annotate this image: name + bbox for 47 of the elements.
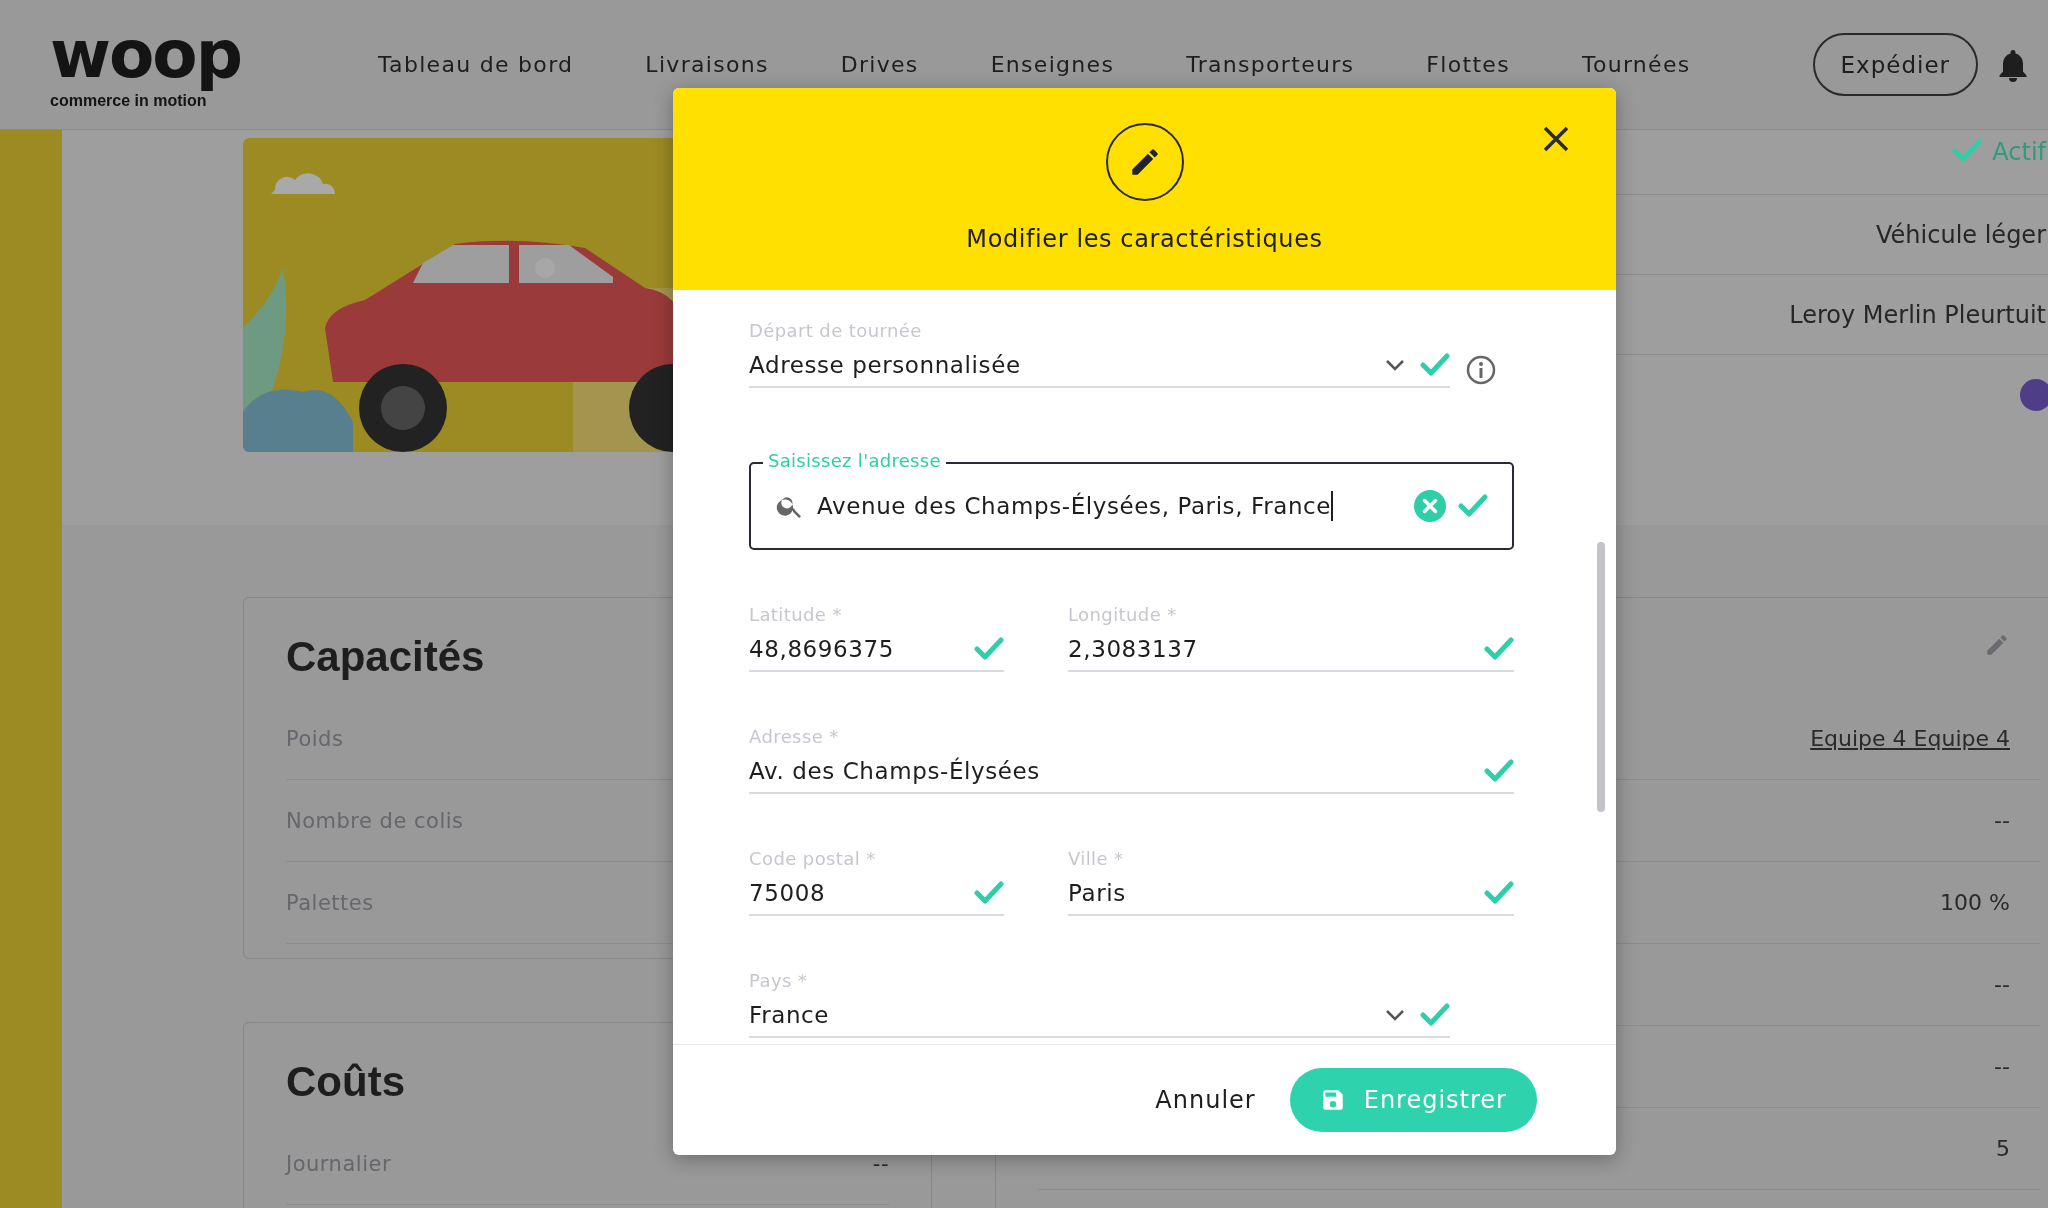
pencil-icon (1105, 123, 1184, 201)
nav-link[interactable]: Drives (804, 52, 955, 77)
close-button[interactable] (1542, 125, 1570, 153)
row-value: -- (1994, 808, 2010, 833)
scrollbar-thumb[interactable] (1597, 542, 1605, 812)
ship-button[interactable]: Expédier (1812, 33, 1978, 96)
select-field[interactable]: Adresse personnalisée (749, 344, 1450, 388)
select-field[interactable]: France (749, 994, 1450, 1038)
nav-link[interactable]: Transporteurs (1150, 52, 1391, 77)
row-value: 5 (1996, 1136, 2010, 1161)
field-label: Latitude * (749, 604, 843, 627)
input-field[interactable]: 48,8696375 (749, 628, 1004, 672)
color-dot (2020, 378, 2048, 411)
field-label: Pays * (749, 970, 809, 993)
row-value: -- (1994, 972, 2010, 997)
chevron-down-icon[interactable] (1384, 1008, 1406, 1022)
bell-icon[interactable] (1998, 47, 2028, 82)
info-value: Leroy Merlin Pleurtuit (1789, 300, 2046, 329)
cancel-button[interactable]: Annuler (1145, 1076, 1266, 1124)
row-value: 100 % (1940, 890, 2010, 915)
input-field[interactable]: Av. des Champs-Élysées (749, 750, 1514, 794)
field-label: Ville * (1068, 848, 1125, 871)
info-value: Véhicule léger (1876, 220, 2046, 249)
field-label: Longitude * (1068, 604, 1178, 627)
card-title: Capacités (286, 632, 485, 682)
nav-link[interactable]: Flottes (1390, 52, 1546, 77)
logo-wordmark[interactable]: woop (50, 19, 247, 90)
input-field[interactable]: 75008 (749, 872, 1004, 916)
nav-link[interactable]: Tableau de bord (378, 52, 610, 77)
field-label: Adresse * (749, 726, 840, 749)
nav-link[interactable]: Livraisons (609, 52, 805, 77)
check-icon (1952, 138, 1983, 164)
row-value: -- (1994, 1054, 2010, 1079)
modal-title: Modifier les caractéristiques (966, 225, 1323, 253)
field-label: Code postal * (749, 848, 877, 871)
info-icon[interactable] (1465, 354, 1497, 386)
input-field[interactable]: 2,3083137 (1068, 628, 1514, 672)
logo-tagline: commerce in motion (50, 91, 207, 110)
input-field[interactable]: Paris (1068, 872, 1514, 916)
field-label: Départ de tournée (749, 320, 923, 343)
row-value: -- (872, 1151, 889, 1176)
nav-link[interactable]: Enseignes (954, 52, 1151, 77)
team-link[interactable]: Equipe 4 Equipe 4 (1810, 726, 2010, 751)
card-title: Coûts (286, 1057, 405, 1107)
chevron-down-icon[interactable] (1384, 358, 1406, 372)
status-text: Actif (1992, 138, 2046, 166)
nav-link[interactable]: Tournées (1545, 52, 1727, 77)
